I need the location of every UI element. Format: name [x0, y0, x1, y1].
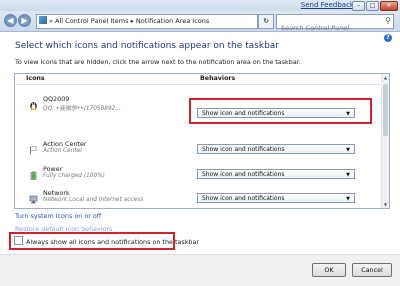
- highlight-box: [189, 98, 372, 124]
- select-value: Show icon and notifications: [202, 195, 285, 202]
- breadcrumb: » All Control Panel Items ▸ Notification…: [49, 17, 210, 25]
- help-icon[interactable]: ?: [384, 34, 392, 42]
- minimize-button[interactable]: –: [352, 1, 365, 11]
- close-button[interactable]: ✕: [380, 1, 398, 11]
- control-panel-window: Send Feedback – □ ✕ ◀ ▶ » All Control Pa…: [0, 0, 400, 286]
- instructions-text: To view icons that are hidden, click the…: [15, 58, 301, 66]
- scroll-up-icon[interactable]: ▲: [382, 74, 389, 81]
- list-scrollbar[interactable]: ▲ ▼: [381, 74, 389, 208]
- item-description: Fully charged (100%): [43, 173, 105, 179]
- battery-icon: [29, 165, 38, 180]
- behavior-select-power[interactable]: Show icon and notifications ▼: [197, 169, 355, 179]
- item-name: Action Center: [43, 140, 87, 148]
- turn-system-icons-link[interactable]: Turn system icons on or off: [15, 212, 101, 220]
- page-title: Select which icons and notifications app…: [15, 41, 279, 51]
- search-input[interactable]: [277, 22, 381, 34]
- icons-list-panel: Icons Behaviors QQ2009 QQ: •我微想••(170588…: [14, 73, 390, 209]
- qq-penguin-icon: [29, 95, 38, 110]
- behavior-select-network[interactable]: Show icon and notifications ▼: [197, 193, 355, 203]
- ok-button[interactable]: OK: [312, 263, 346, 277]
- search-box: ⚲: [276, 14, 394, 34]
- search-icon[interactable]: ⚲: [385, 16, 391, 25]
- dialog-footer: OK Cancel: [0, 254, 400, 286]
- address-row: ◀ ▶ » All Control Panel Items ▸ Notifica…: [0, 11, 400, 34]
- title-bar: Send Feedback – □ ✕: [0, 0, 400, 11]
- scroll-down-icon[interactable]: ▼: [382, 201, 389, 208]
- maximize-button[interactable]: □: [366, 1, 379, 11]
- column-behaviors: Behaviors: [200, 75, 236, 82]
- send-feedback-link[interactable]: Send Feedback: [301, 1, 354, 9]
- network-icon: [29, 189, 38, 204]
- navigation-buttons: ◀ ▶: [4, 14, 31, 27]
- item-description: Network Local and Internet access: [43, 197, 144, 203]
- refresh-icon[interactable]: ↻: [258, 14, 274, 29]
- select-value: Show icon and notifications: [202, 171, 285, 178]
- item-name: Power: [43, 165, 63, 173]
- item-name: Network: [43, 189, 70, 197]
- column-icons: Icons: [26, 75, 45, 82]
- window-controls: – □ ✕: [352, 1, 398, 11]
- cancel-button[interactable]: Cancel: [352, 263, 392, 277]
- control-panel-icon: [39, 16, 47, 24]
- item-description: QQ: •我微想••(17058892...: [43, 106, 121, 112]
- chevron-down-icon: ▼: [346, 196, 350, 202]
- chevron-down-icon: ▼: [346, 172, 350, 178]
- select-value: Show icon and notifications: [202, 146, 285, 153]
- chevron-down-icon: ▼: [346, 147, 350, 153]
- item-description: Action Center: [43, 148, 83, 154]
- column-header: Icons Behaviors: [15, 74, 389, 85]
- flag-icon: [29, 140, 38, 155]
- scrollbar-thumb[interactable]: [383, 84, 388, 136]
- back-arrow-icon[interactable]: ◀: [4, 14, 17, 27]
- item-name: QQ2009: [43, 95, 70, 103]
- forward-arrow-icon[interactable]: ▶: [18, 14, 31, 27]
- behavior-select-action-center[interactable]: Show icon and notifications ▼: [197, 144, 355, 154]
- highlight-box: [9, 232, 175, 250]
- address-bar[interactable]: » All Control Panel Items ▸ Notification…: [36, 14, 258, 29]
